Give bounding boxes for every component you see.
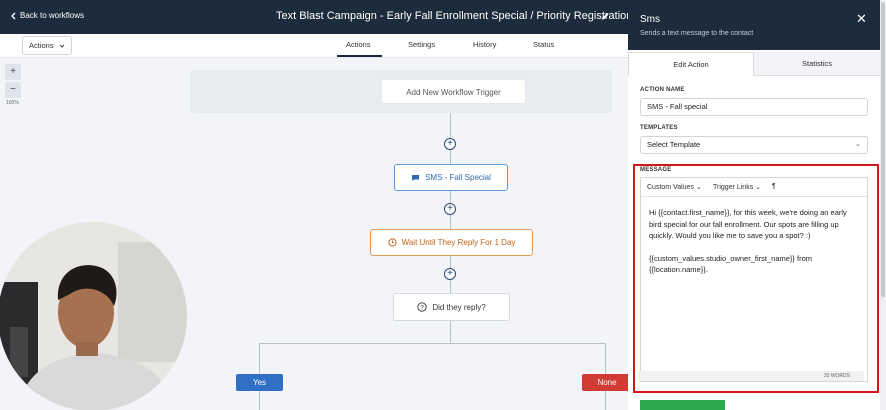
add-step-plus-icon[interactable]: + [444, 268, 456, 280]
panel-subtitle: Sends a text message to the contact [640, 30, 754, 37]
close-icon[interactable]: ✕ [856, 11, 867, 27]
paragraph-icon[interactable]: ¶ [772, 183, 776, 190]
branch-line [605, 391, 606, 410]
back-to-workflows-link[interactable]: Back to workflows [10, 11, 84, 20]
custom-values-dropdown[interactable]: Custom Values ⌄ [647, 183, 702, 191]
tab-actions[interactable]: Actions [346, 40, 371, 49]
custom-values-label: Custom Values [647, 184, 694, 191]
add-trigger-button[interactable]: Add New Workflow Trigger [381, 79, 526, 104]
panel-header: Sms Sends a text message to the contact … [628, 0, 880, 50]
presenter-video [0, 222, 187, 410]
branch-line [259, 343, 260, 374]
workflow-editor: Back to workflows Text Blast Campaign - … [0, 0, 886, 410]
editor-toolbar: Custom Values ⌄ Trigger Links ⌄ ¶ [641, 178, 867, 197]
chevron-down-icon: ⌄ [695, 184, 702, 191]
panel-title: Sms [640, 14, 660, 25]
save-button[interactable] [640, 400, 725, 410]
zoom-in-button[interactable]: + [5, 64, 21, 80]
connector-line [450, 321, 451, 343]
branch-yes[interactable]: Yes [236, 374, 283, 391]
message-paragraph: {{custom_values.studio_owner_first_name}… [649, 253, 813, 275]
panel-tabs: Edit Action Statistics [628, 52, 880, 76]
svg-text:?: ? [421, 304, 425, 311]
sub-header: Actions Actions Settings History Status [0, 34, 628, 58]
action-panel: Sms Sends a text message to the contact … [628, 0, 886, 410]
tab-statistics[interactable]: Statistics [754, 52, 880, 76]
word-count: 33 WORDS [638, 371, 864, 381]
sms-node-label: SMS - Fall Special [425, 173, 491, 182]
branch-line [259, 343, 606, 344]
message-editor[interactable]: Custom Values ⌄ Trigger Links ⌄ ¶ Hi {{c… [638, 177, 868, 382]
workflow-title: Text Blast Campaign - Early Fall Enrollm… [276, 10, 633, 22]
active-tab-indicator [337, 55, 382, 57]
templates-label: TEMPLATES [640, 125, 678, 131]
chevron-down-icon: ⌄ [855, 141, 861, 148]
trigger-links-dropdown[interactable]: Trigger Links ⌄ [713, 183, 761, 191]
zoom-level: 100% [6, 100, 19, 106]
tab-status[interactable]: Status [533, 40, 554, 49]
templates-select[interactable]: Select Template ⌄ [640, 136, 868, 154]
action-name-input[interactable]: SMS - Fall special [640, 98, 868, 116]
action-name-label: ACTION NAME [640, 87, 685, 93]
message-paragraph: Hi {{contact.first_name}}, for this week… [649, 208, 847, 240]
chevron-left-icon [11, 12, 16, 19]
condition-node-label: Did they reply? [432, 302, 486, 312]
tab-history[interactable]: History [473, 40, 496, 49]
actions-dropdown[interactable]: Actions [22, 36, 72, 55]
templates-select-value: Select Template [647, 140, 701, 149]
question-icon: ? [417, 302, 427, 312]
add-step-plus-icon[interactable]: + [444, 203, 456, 215]
back-label: Back to workflows [20, 11, 85, 20]
clock-icon [387, 238, 397, 247]
webcam-overlay [0, 222, 187, 410]
condition-node[interactable]: ? Did they reply? [393, 293, 510, 321]
add-step-plus-icon[interactable]: + [444, 138, 456, 150]
chevron-down-icon [59, 44, 65, 48]
chat-icon [412, 174, 420, 181]
actions-dropdown-label: Actions [29, 41, 54, 50]
message-label: MESSAGE [640, 167, 672, 173]
tab-settings[interactable]: Settings [408, 40, 435, 49]
branch-line [605, 343, 606, 374]
tab-edit-action[interactable]: Edit Action [628, 52, 754, 76]
branch-none[interactable]: None [582, 374, 632, 391]
message-body[interactable]: Hi {{contact.first_name}}, for this week… [649, 207, 861, 276]
sms-node[interactable]: SMS - Fall Special [394, 164, 508, 191]
wait-node[interactable]: Wait Until They Reply For 1 Day [370, 229, 533, 256]
pencil-icon[interactable] [600, 10, 610, 22]
chevron-down-icon: ⌄ [755, 184, 762, 191]
zoom-out-button[interactable]: − [5, 82, 21, 98]
scrollbar-thumb[interactable] [881, 2, 885, 297]
trigger-links-label: Trigger Links [713, 184, 754, 191]
wait-node-label: Wait Until They Reply For 1 Day [401, 238, 516, 247]
branch-line [259, 391, 260, 410]
